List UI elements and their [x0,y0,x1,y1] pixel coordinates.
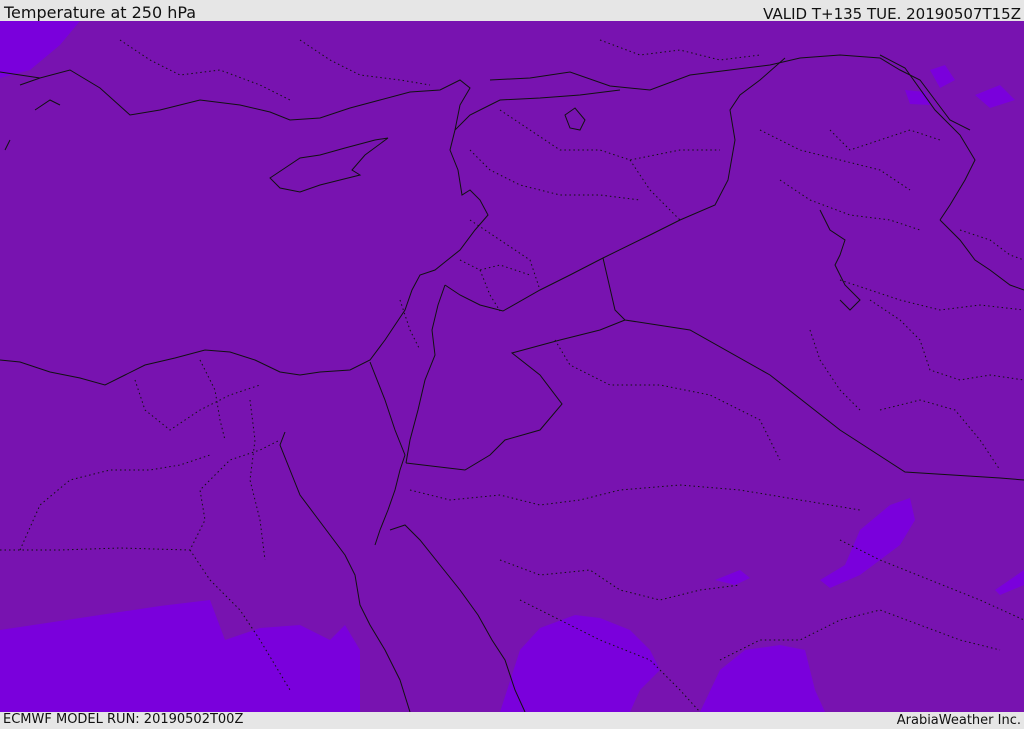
map-canvas [0,21,1024,712]
header-bar: Temperature at 250 hPa VALID T+135 TUE. … [0,0,1024,23]
credit-label: ArabiaWeather Inc. [896,713,1021,728]
footer-bar: ECMWF MODEL RUN: 20190502T00Z ArabiaWeat… [0,712,1024,729]
weather-map[interactable] [0,21,1024,712]
map-title: Temperature at 250 hPa [4,3,197,22]
model-run-label: ECMWF MODEL RUN: 20190502T00Z [3,712,244,727]
